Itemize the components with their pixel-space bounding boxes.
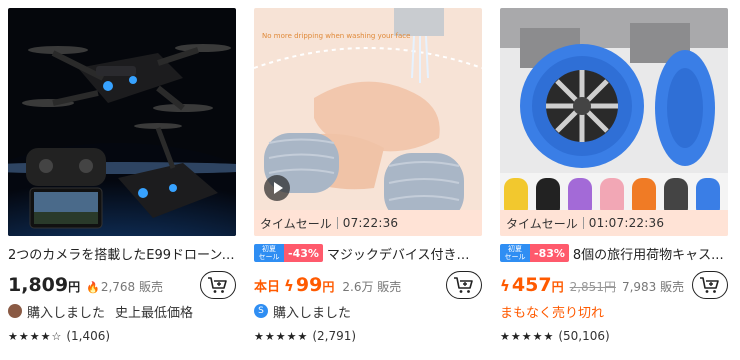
play-icon <box>274 182 283 194</box>
star-icon: ★★★★★ <box>500 329 555 343</box>
lowest-price-label: 史上最低価格 <box>115 305 194 321</box>
today-label: 本日 <box>254 280 281 295</box>
rating: ★★★★★ (2,791) <box>254 328 356 344</box>
rating-count: (2,791) <box>312 329 357 343</box>
product-title-text: 8個の旅行用荷物キャス... <box>572 247 724 263</box>
almost-sold-out-label: まもなく売り切れ <box>500 305 605 321</box>
product-title[interactable]: 初夏 セール -43% マジックデバイス付き洗顔... <box>254 244 482 262</box>
sold-count: 2.6万 販売 <box>342 280 402 294</box>
sold-count: 2,768 販売 <box>100 280 163 294</box>
divider <box>336 217 338 229</box>
avatar: S <box>254 304 268 318</box>
product-title[interactable]: 2つのカメラを搭載したE99ドローン、折り... <box>8 244 236 263</box>
product-title[interactable]: 初夏 セール -83% 8個の旅行用荷物キャス... <box>500 244 728 262</box>
original-price: 2,851円 <box>569 280 616 294</box>
badge-top-text: 初夏 <box>262 245 276 253</box>
product-image-wristband[interactable]: No more dripping when washing your face … <box>254 8 482 236</box>
add-to-cart-button[interactable] <box>692 271 728 299</box>
discount-badge: -83% <box>530 244 569 262</box>
avatar <box>8 304 22 318</box>
product-price: 1,809 <box>8 274 69 296</box>
product-price: 99 <box>295 274 323 296</box>
star-icon: ★★★★★ <box>254 329 309 343</box>
image-caption: No more dripping when washing your face <box>262 32 410 40</box>
stock-info: まもなく売り切れ <box>500 302 728 321</box>
time-sale-bar: タイムセール 01:07:22:36 <box>500 210 728 236</box>
sold-count: 7,983 販売 <box>621 280 685 294</box>
product-card-drone[interactable]: 2つのカメラを搭載したE99ドローン、折り... 1,809 円 🔥 2,768… <box>8 8 236 343</box>
summer-sale-badge: 初夏 セール <box>500 244 530 262</box>
play-video-button[interactable] <box>264 175 290 201</box>
sale-timer: 01:07:22:36 <box>588 216 665 230</box>
wristband-image: No more dripping when washing your face <box>254 8 482 236</box>
divider <box>582 217 584 229</box>
add-to-cart-icon <box>208 277 227 293</box>
time-sale-label: タイムセール <box>506 216 578 231</box>
price-currency: 円 <box>68 280 81 294</box>
rating: ★★★★☆ (1,406) <box>8 328 110 344</box>
product-card-caster-cover[interactable]: タイムセール 01:07:22:36 初夏 セール -83% 8個の旅行用荷物キ… <box>500 8 728 343</box>
time-sale-bar: タイムセール 07:22:36 <box>254 210 482 236</box>
summer-sale-badge: 初夏 セール <box>254 244 284 262</box>
product-image-drone[interactable] <box>8 8 236 236</box>
sale-timer: 07:22:36 <box>342 216 399 230</box>
rating-count: (50,106) <box>558 329 610 343</box>
drone-image <box>8 8 236 236</box>
time-sale-label: タイムセール <box>260 216 332 231</box>
product-row: 2つのカメラを搭載したE99ドローン、折り... 1,809 円 🔥 2,768… <box>0 0 740 360</box>
flame-icon: 🔥 <box>86 281 100 294</box>
rating-count: (1,406) <box>66 329 111 343</box>
add-to-cart-icon <box>700 277 719 293</box>
bolt-icon: ϟ <box>284 277 294 295</box>
purchase-info: S 購入しました <box>254 302 482 321</box>
price-currency: 円 <box>322 280 335 294</box>
bolt-icon: ϟ <box>500 277 510 295</box>
discount-badge: -43% <box>284 244 323 262</box>
badge-bottom-text: セール <box>258 253 280 261</box>
caster-cover-image <box>500 8 728 236</box>
add-to-cart-button[interactable] <box>200 271 236 299</box>
product-price: 457 <box>511 274 552 296</box>
badge-bottom-text: セール <box>504 253 526 261</box>
product-image-caster-cover[interactable]: タイムセール 01:07:22:36 <box>500 8 728 236</box>
rating: ★★★★★ (50,106) <box>500 328 610 344</box>
add-to-cart-icon <box>454 277 473 293</box>
badge-top-text: 初夏 <box>508 245 522 253</box>
product-card-wristband[interactable]: No more dripping when washing your face … <box>254 8 482 343</box>
purchased-text: 購入しました <box>273 305 352 321</box>
product-title-text: マジックデバイス付き洗顔... <box>326 247 482 263</box>
price-currency: 円 <box>551 280 564 294</box>
add-to-cart-button[interactable] <box>446 271 482 299</box>
purchased-text: 購入しました <box>27 305 106 321</box>
purchase-info: 購入しました 史上最低価格 <box>8 302 236 321</box>
product-title-text: 2つのカメラを搭載したE99ドローン、折り... <box>8 247 236 263</box>
star-icon: ★★★★☆ <box>8 329 63 343</box>
